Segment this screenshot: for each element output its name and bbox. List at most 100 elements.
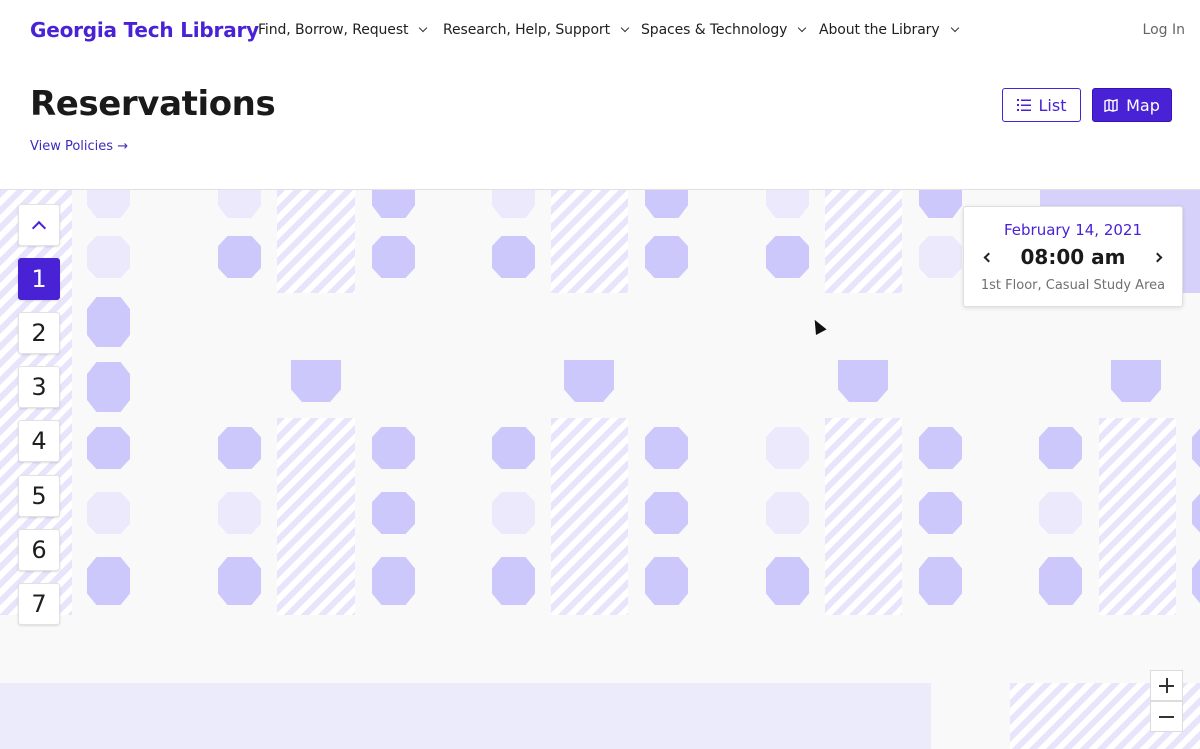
map-area-hatched xyxy=(1099,418,1176,615)
seat[interactable] xyxy=(218,190,261,218)
seat[interactable] xyxy=(766,190,809,218)
nav-label: Find, Borrow, Request xyxy=(258,22,409,38)
seat[interactable] xyxy=(919,492,962,534)
seat[interactable] xyxy=(645,236,688,278)
map-area-hatched xyxy=(825,190,902,293)
floor-button-3[interactable]: 3 xyxy=(18,366,60,408)
seat[interactable] xyxy=(87,557,130,605)
seat[interactable] xyxy=(218,492,261,534)
time-selector: 08:00 am xyxy=(964,245,1182,269)
seat[interactable] xyxy=(919,236,962,278)
library-logo-link[interactable]: Georgia Tech Library xyxy=(30,18,259,42)
nav-about-library[interactable]: About the Library xyxy=(819,22,959,38)
nav-label: Research, Help, Support xyxy=(443,22,610,38)
chevron-up-icon xyxy=(31,220,47,236)
seat[interactable] xyxy=(919,557,962,605)
list-icon xyxy=(1016,99,1031,111)
floor-button-7[interactable]: 7 xyxy=(18,583,60,625)
seat[interactable] xyxy=(87,427,130,469)
chevron-down-icon xyxy=(620,23,630,33)
seat[interactable] xyxy=(492,557,535,605)
seat[interactable] xyxy=(492,190,535,218)
map-view-label: Map xyxy=(1126,95,1160,115)
seat[interactable] xyxy=(919,427,962,469)
seat[interactable] xyxy=(492,492,535,534)
list-view-label: List xyxy=(1038,95,1067,115)
seat[interactable] xyxy=(645,492,688,534)
floor-button-4[interactable]: 4 xyxy=(18,420,60,462)
nav-find-borrow-request[interactable]: Find, Borrow, Request xyxy=(258,22,428,38)
chevron-left-icon xyxy=(983,252,994,262)
seat[interactable] xyxy=(291,360,341,402)
zoom-in-button[interactable] xyxy=(1150,670,1183,701)
floor-button-6[interactable]: 6 xyxy=(18,529,60,571)
seat[interactable] xyxy=(87,492,130,534)
seat[interactable] xyxy=(1192,492,1200,534)
seat[interactable] xyxy=(87,297,130,347)
reservation-time-card: February 14, 2021 08:00 am 1st Floor, Ca… xyxy=(963,206,1183,307)
next-time-button[interactable] xyxy=(1147,245,1167,269)
seat[interactable] xyxy=(372,236,415,278)
view-policies-link[interactable]: View Policies → xyxy=(30,139,128,154)
list-view-button[interactable]: List xyxy=(1002,88,1081,122)
zoom-out-button[interactable] xyxy=(1150,701,1183,732)
seat[interactable] xyxy=(1192,427,1200,469)
seat[interactable] xyxy=(645,557,688,605)
floor-button-2[interactable]: 2 xyxy=(18,312,60,354)
reservation-time: 08:00 am xyxy=(1020,245,1126,269)
seat[interactable] xyxy=(766,557,809,605)
seat[interactable] xyxy=(1039,427,1082,469)
chevron-down-icon xyxy=(950,23,959,33)
floor-button-1[interactable]: 1 xyxy=(18,258,60,300)
seat[interactable] xyxy=(645,190,688,218)
seat[interactable] xyxy=(564,360,614,402)
seat[interactable] xyxy=(1192,557,1200,605)
reservation-location: 1st Floor, Casual Study Area xyxy=(980,278,1166,293)
seat[interactable] xyxy=(766,236,809,278)
map-area-hatched xyxy=(277,418,355,615)
plus-icon-vertical xyxy=(1165,678,1168,693)
reservation-date[interactable]: February 14, 2021 xyxy=(964,221,1182,239)
seat[interactable] xyxy=(372,492,415,534)
chevron-right-icon xyxy=(1152,252,1163,262)
login-link[interactable]: Log In xyxy=(1143,22,1185,38)
seat[interactable] xyxy=(645,427,688,469)
map-icon xyxy=(1104,98,1118,112)
seat[interactable] xyxy=(1039,557,1082,605)
previous-time-button[interactable] xyxy=(979,245,999,269)
map-area-hatched xyxy=(825,418,902,615)
floor-up-button[interactable] xyxy=(18,204,60,246)
seat[interactable] xyxy=(1039,492,1082,534)
floor-button-5[interactable]: 5 xyxy=(18,475,60,517)
map-room-block xyxy=(0,683,931,749)
seat[interactable] xyxy=(492,427,535,469)
nav-label: About the Library xyxy=(819,22,940,38)
seat[interactable] xyxy=(218,236,261,278)
seat[interactable] xyxy=(1111,360,1161,402)
nav-spaces-technology[interactable]: Spaces & Technology xyxy=(641,22,807,38)
seat[interactable] xyxy=(87,190,130,218)
seat[interactable] xyxy=(372,427,415,469)
seat[interactable] xyxy=(766,492,809,534)
seat[interactable] xyxy=(919,190,962,218)
page-title: Reservations xyxy=(30,84,276,124)
nav-research-help-support[interactable]: Research, Help, Support xyxy=(443,22,630,38)
seat[interactable] xyxy=(372,190,415,218)
minus-icon xyxy=(1159,715,1174,718)
seat[interactable] xyxy=(766,427,809,469)
seat[interactable] xyxy=(838,360,888,402)
nav-label: Spaces & Technology xyxy=(641,22,788,38)
chevron-down-icon xyxy=(419,23,428,33)
map-area-hatched xyxy=(551,418,628,615)
map-area-hatched xyxy=(551,190,628,293)
seat[interactable] xyxy=(218,557,261,605)
chevron-down-icon xyxy=(798,23,807,33)
seat[interactable] xyxy=(372,557,415,605)
map-view-button[interactable]: Map xyxy=(1092,88,1172,122)
map-area-hatched xyxy=(277,190,355,293)
top-navigation: Georgia Tech Library Find, Borrow, Reque… xyxy=(0,0,1200,62)
seat[interactable] xyxy=(492,236,535,278)
seat[interactable] xyxy=(218,427,261,469)
seat[interactable] xyxy=(87,236,130,278)
seat[interactable] xyxy=(87,362,130,412)
